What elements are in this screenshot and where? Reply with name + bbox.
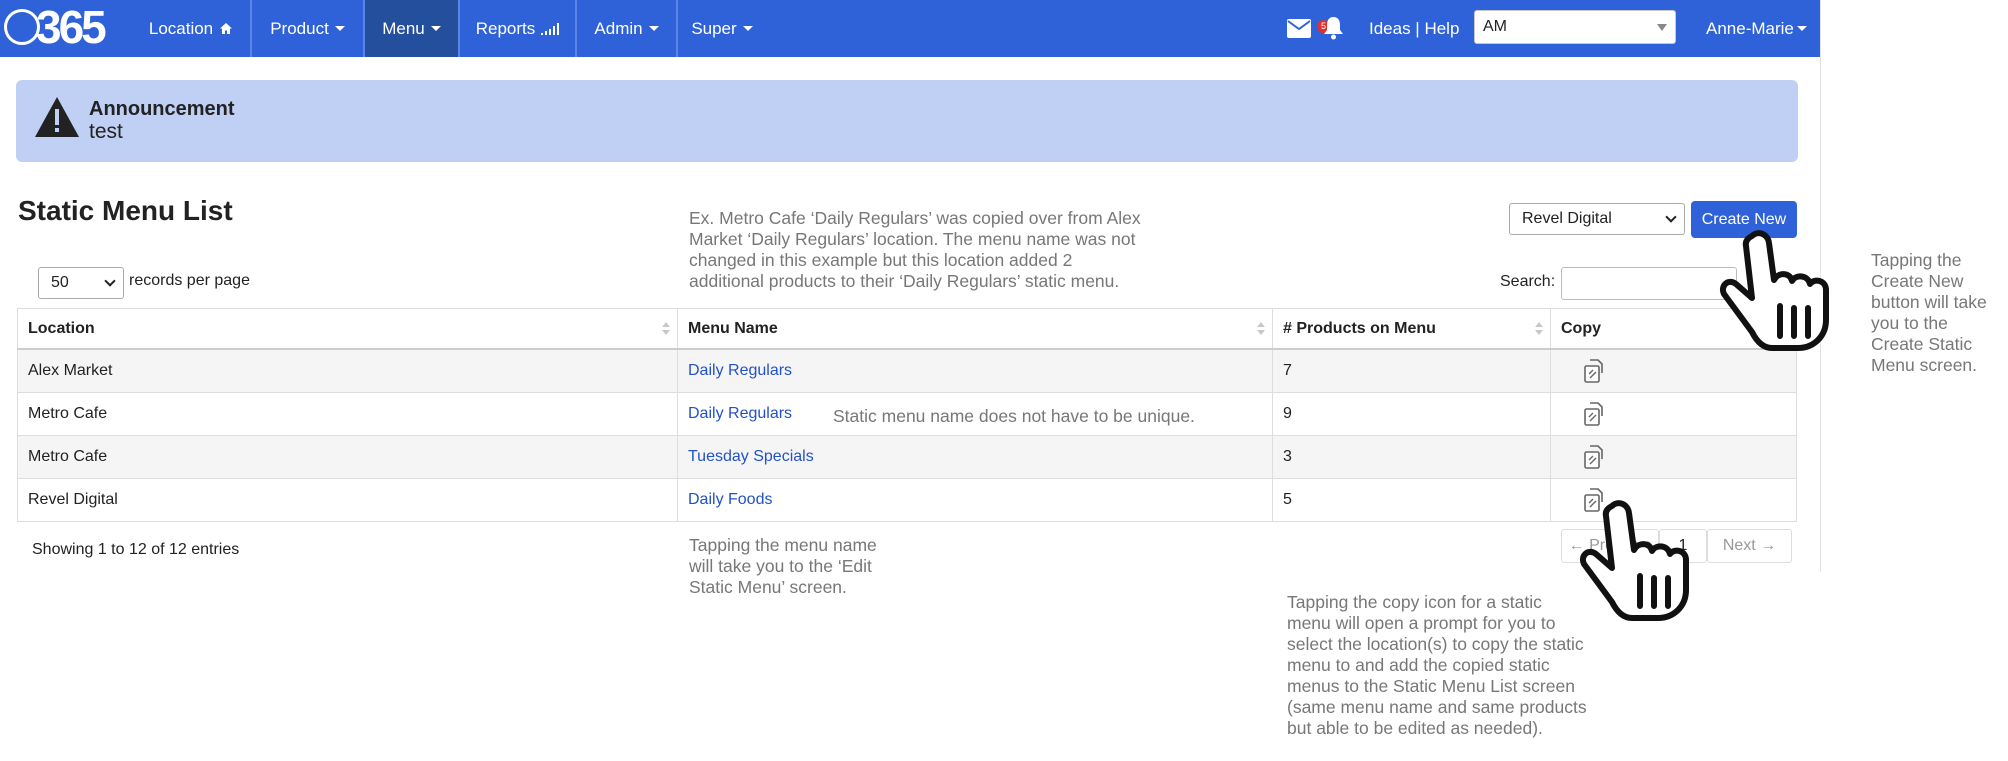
next-page-button[interactable]: Next → [1707, 529, 1792, 563]
cell-location: Metro Cafe [17, 393, 677, 435]
table-header: Location Menu Name # Products on Menu Co… [17, 308, 1797, 350]
entries-summary: Showing 1 to 12 of 12 entries [32, 541, 240, 558]
table-row: Revel Digital Daily Foods 5 [17, 479, 1797, 522]
copy-icon[interactable] [1581, 358, 1607, 384]
caret-down-icon [648, 26, 659, 31]
location-filter-value: Revel Digital [1522, 210, 1612, 227]
nav-menu[interactable]: Menu [365, 0, 460, 57]
records-per-page-label: records per page [129, 272, 250, 289]
column-header-label: # Products on Menu [1283, 319, 1436, 337]
column-header-location[interactable]: Location [17, 309, 677, 348]
unique-name-note: Static menu name does not have to be uni… [833, 406, 1195, 426]
cell-products: 5 [1272, 479, 1550, 521]
sort-icon [662, 322, 670, 336]
menu-name-tap-note: Tapping the menu name will take you to t… [689, 535, 877, 597]
nav-product-label: Product [270, 18, 329, 38]
logo-ring-icon [4, 9, 40, 45]
mail-icon[interactable] [1287, 19, 1311, 38]
menu-name-link[interactable]: Daily Regulars [688, 405, 792, 423]
nav-reports-label: Reports [475, 18, 536, 38]
pointing-hand-icon [1720, 230, 1829, 351]
logo-text: 365 [36, 1, 107, 53]
copy-icon[interactable] [1581, 401, 1607, 427]
column-header-label: Location [28, 319, 95, 337]
cell-menu-name: Tuesday Specials [677, 436, 1272, 478]
sort-icon [1257, 322, 1265, 336]
ideas-help-link[interactable]: Ideas | Help [1369, 0, 1459, 57]
nav-super[interactable]: Super [678, 0, 766, 57]
top-navbar: 365 Location Product Menu Reports Admin … [0, 0, 1820, 57]
caret-down-icon [742, 26, 753, 31]
nav-admin-label: Admin [594, 18, 643, 38]
nav-super-label: Super [691, 18, 737, 38]
location-filter-select[interactable]: Revel Digital [1509, 203, 1685, 235]
cell-products: 7 [1272, 350, 1550, 392]
caret-down-icon [334, 26, 345, 31]
chevron-down-icon [104, 275, 116, 287]
sort-icon [1535, 322, 1543, 336]
user-name: Anne-Marie [1706, 18, 1794, 38]
warning-icon [35, 97, 79, 137]
cell-location: Metro Cafe [17, 436, 677, 478]
app-logo[interactable]: 365 [4, 1, 107, 53]
table-row: Metro Cafe Tuesday Specials 3 [17, 436, 1797, 479]
announcement-body: test [89, 120, 123, 143]
column-header-label: Copy [1561, 319, 1601, 337]
nav-location[interactable]: Location [132, 0, 252, 57]
records-per-page-value: 50 [51, 274, 69, 291]
nav-menu-label: Menu [382, 18, 425, 38]
location-select[interactable]: AM [1474, 10, 1676, 44]
announcement-title: Announcement [89, 98, 235, 120]
home-icon [220, 23, 233, 34]
announcement-banner: Announcement test [16, 80, 1798, 162]
chevron-down-icon [1665, 211, 1677, 223]
caret-down-icon [430, 26, 441, 31]
nav-admin[interactable]: Admin [577, 0, 678, 57]
copy-tap-note: Tapping the copy icon for a static menu … [1287, 592, 1587, 738]
cell-menu-name: Daily Foods [677, 479, 1272, 521]
cell-copy [1550, 350, 1797, 392]
cell-location: Alex Market [17, 350, 677, 392]
caret-down-icon [1796, 26, 1807, 31]
nav-product[interactable]: Product [252, 0, 365, 57]
column-header-label: Menu Name [688, 319, 778, 337]
search-input[interactable] [1561, 267, 1737, 300]
nav-reports[interactable]: Reports [460, 0, 577, 57]
create-tap-note: Tapping the Create New button will take … [1871, 250, 1987, 375]
example-note: Ex. Metro Cafe ‘Daily Regulars’ was copi… [689, 208, 1141, 291]
signal-icon [541, 22, 560, 35]
cell-copy [1550, 393, 1797, 435]
copy-icon[interactable] [1581, 444, 1607, 470]
nav-location-label: Location [148, 18, 214, 38]
user-menu[interactable]: Anne-Marie [1706, 0, 1807, 57]
cell-menu-name: Daily Regulars [677, 350, 1272, 392]
column-header-products[interactable]: # Products on Menu [1272, 309, 1550, 348]
search-label: Search: [1500, 273, 1556, 290]
records-per-page-select[interactable]: 50 [38, 267, 124, 299]
column-header-menu-name[interactable]: Menu Name [677, 309, 1272, 348]
table-row: Alex Market Daily Regulars 7 [17, 350, 1797, 393]
menu-name-link[interactable]: Tuesday Specials [688, 448, 814, 466]
page-title: Static Menu List [18, 195, 233, 226]
bell-icon[interactable] [1323, 16, 1344, 40]
cell-products: 9 [1272, 393, 1550, 435]
menu-name-link[interactable]: Daily Foods [688, 491, 772, 509]
location-select-value: AM [1483, 18, 1507, 35]
select-arrow-icon [1657, 24, 1667, 31]
pointing-hand-icon [1580, 500, 1689, 621]
cell-products: 3 [1272, 436, 1550, 478]
cell-copy [1550, 436, 1797, 478]
menu-name-link[interactable]: Daily Regulars [688, 362, 792, 380]
cell-location: Revel Digital [17, 479, 677, 521]
